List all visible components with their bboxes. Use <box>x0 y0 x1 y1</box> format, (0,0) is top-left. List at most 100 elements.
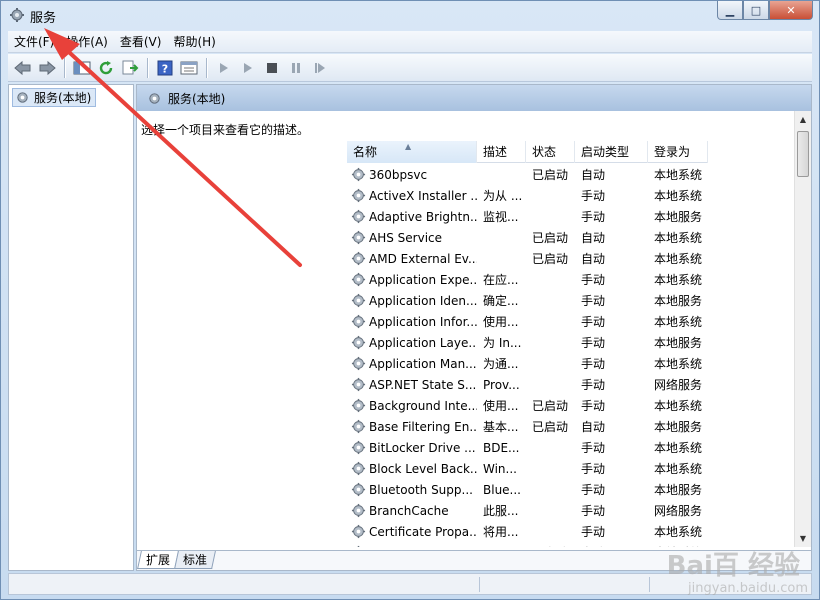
service-name: ASP.NET State S... <box>369 377 477 392</box>
service-row[interactable]: Application Infor... 使用... 手动 本地系统 <box>347 311 797 332</box>
service-row[interactable]: Background Inte... 使用... 已启动 手动 本地系统 <box>347 395 797 416</box>
service-log-on-as: 本地服务 <box>654 336 703 350</box>
service-row[interactable]: ASP.NET State S... Prov... 手动 网络服务 <box>347 374 797 395</box>
back-arrow-icon <box>14 60 31 75</box>
services-gear-icon <box>149 92 160 104</box>
service-row[interactable]: BitLocker Drive ... BDE... 手动 本地系统 <box>347 437 797 458</box>
service-name-cell: Application Iden... <box>347 293 477 308</box>
properties-button[interactable] <box>178 57 200 79</box>
service-gear-icon <box>351 482 366 497</box>
pane-header: 服务(本地) <box>137 85 811 111</box>
service-description: 为通... <box>483 357 519 371</box>
service-gear-icon <box>357 545 360 547</box>
service-log-on-as: 本地系统 <box>654 315 703 329</box>
console-tree-icon <box>73 61 91 74</box>
close-button[interactable]: ✕ <box>769 1 813 20</box>
service-startup-type: 手动 <box>581 483 606 497</box>
menu-bar: 文件(F) 操作(A) 查看(V) 帮助(H) <box>8 31 812 53</box>
column-name[interactable]: ▲ 名称 <box>347 141 477 163</box>
service-startup-type: 自动 <box>581 420 606 434</box>
back-button[interactable] <box>12 57 34 79</box>
show-hide-tree-button[interactable] <box>71 57 93 79</box>
service-row[interactable]: Adaptive Brightn... 监视... 手动 本地服务 <box>347 206 797 227</box>
service-row[interactable]: Bluetooth Supp... Blue... 手动 本地服务 <box>347 479 797 500</box>
service-row[interactable]: Application Expe... 在应... 手动 本地系统 <box>347 269 797 290</box>
service-name: CGBXSecInputSe... <box>369 546 477 548</box>
service-gear-icon <box>351 272 366 287</box>
service-name: Block Level Back... <box>369 461 477 476</box>
tab-extended[interactable]: 扩展 <box>137 551 179 569</box>
service-row[interactable]: Application Laye... 为 In... 手动 本地服务 <box>347 332 797 353</box>
service-description-cell: 为通... <box>477 355 526 372</box>
stop-service-button[interactable] <box>261 57 283 79</box>
service-name: 360bpsvc <box>369 167 428 182</box>
service-startup-type-cell: 手动 <box>575 334 648 351</box>
service-name: BitLocker Drive ... <box>369 440 476 455</box>
column-startup-type[interactable]: 启动类型 <box>575 141 648 163</box>
tree-item-services-local[interactable]: 服务(本地) <box>12 88 97 107</box>
pause-service-button[interactable] <box>285 57 307 79</box>
service-log-on-as: 本地系统 <box>654 462 703 476</box>
menu-help[interactable]: 帮助(H) <box>167 31 221 53</box>
refresh-button[interactable] <box>95 57 117 79</box>
service-status: 已启动 <box>532 399 569 413</box>
maximize-button[interactable]: □ <box>743 1 769 20</box>
column-label: 启动类型 <box>581 145 630 159</box>
service-gear-icon <box>351 398 366 413</box>
service-row[interactable]: Application Man... 为通... 手动 本地系统 <box>347 353 797 374</box>
service-name: Base Filtering En... <box>369 419 477 434</box>
start-service-alt-button[interactable] <box>237 57 259 79</box>
service-row[interactable]: Certificate Propa... 将用... 手动 本地系统 <box>347 521 797 542</box>
minimize-button[interactable]: ▁ <box>717 1 743 20</box>
tab-label: 扩展 <box>146 553 171 567</box>
restart-service-button[interactable] <box>309 57 331 79</box>
service-row[interactable]: Base Filtering En... 基本... 已启动 自动 本地服务 <box>347 416 797 437</box>
service-row[interactable]: BranchCache 此服... 手动 网络服务 <box>347 500 797 521</box>
service-log-on-as-cell: 本地系统 <box>648 439 708 456</box>
column-label: 描述 <box>483 145 508 159</box>
service-log-on-as: 本地系统 <box>654 168 703 182</box>
service-row[interactable]: 360bpsvc 已启动 自动 本地系统 <box>347 164 797 185</box>
menu-action[interactable]: 操作(A) <box>60 31 114 53</box>
service-startup-type-cell: 手动 <box>575 292 648 309</box>
help-button[interactable]: ? <box>154 57 176 79</box>
service-startup-type-cell: 自动 <box>575 229 648 246</box>
scroll-up-icon[interactable]: ▲ <box>795 111 811 128</box>
service-log-on-as-cell: 本地服务 <box>648 481 708 498</box>
column-status[interactable]: 状态 <box>526 141 575 163</box>
service-log-on-as: 网络服务 <box>654 504 703 518</box>
service-row[interactable]: Block Level Back... Win... 手动 本地系统 <box>347 458 797 479</box>
service-description-cell: 为从 ... <box>477 187 526 204</box>
service-row[interactable]: Application Iden... 确定... 手动 本地服务 <box>347 290 797 311</box>
column-log-on-as[interactable]: 登录为 <box>648 141 708 163</box>
forward-arrow-icon <box>39 60 56 75</box>
service-row[interactable]: AMD External Ev... 已启动 自动 本地系统 <box>347 248 797 269</box>
export-list-button[interactable] <box>119 57 141 79</box>
column-label: 名称 <box>353 145 378 159</box>
service-status-cell: 已启动 <box>526 229 575 246</box>
service-startup-type: 手动 <box>581 315 606 329</box>
service-name-cell: Application Man... <box>347 356 477 371</box>
menu-file[interactable]: 文件(F) <box>8 31 60 53</box>
scroll-thumb[interactable] <box>797 131 809 177</box>
service-name-cell: BranchCache <box>347 503 477 518</box>
service-gear-icon <box>351 461 366 476</box>
service-row[interactable]: AHS Service 已启动 自动 本地系统 <box>347 227 797 248</box>
service-description: 确定... <box>483 294 519 308</box>
vertical-scrollbar[interactable]: ▲ ▼ <box>794 111 811 547</box>
service-name-cell: Adaptive Brightn... <box>347 209 477 224</box>
maximize-icon: □ <box>750 3 762 17</box>
restart-icon <box>315 62 325 73</box>
service-description-cell: Prov... <box>477 378 526 392</box>
service-row[interactable]: ActiveX Installer ... 为从 ... 手动 本地系统 <box>347 185 797 206</box>
start-service-button[interactable] <box>213 57 235 79</box>
service-description-cell: BDE... <box>477 441 526 455</box>
service-log-on-as-cell: 本地系统 <box>648 355 708 372</box>
service-log-on-as-cell: 本地系统 <box>648 229 708 246</box>
forward-button[interactable] <box>36 57 58 79</box>
menu-view[interactable]: 查看(V) <box>114 31 168 53</box>
column-description[interactable]: 描述 <box>477 141 526 163</box>
tab-standard[interactable]: 标准 <box>174 551 216 569</box>
export-icon <box>122 60 139 74</box>
baidu-watermark-url: jingyan.baidu.com <box>688 581 808 596</box>
